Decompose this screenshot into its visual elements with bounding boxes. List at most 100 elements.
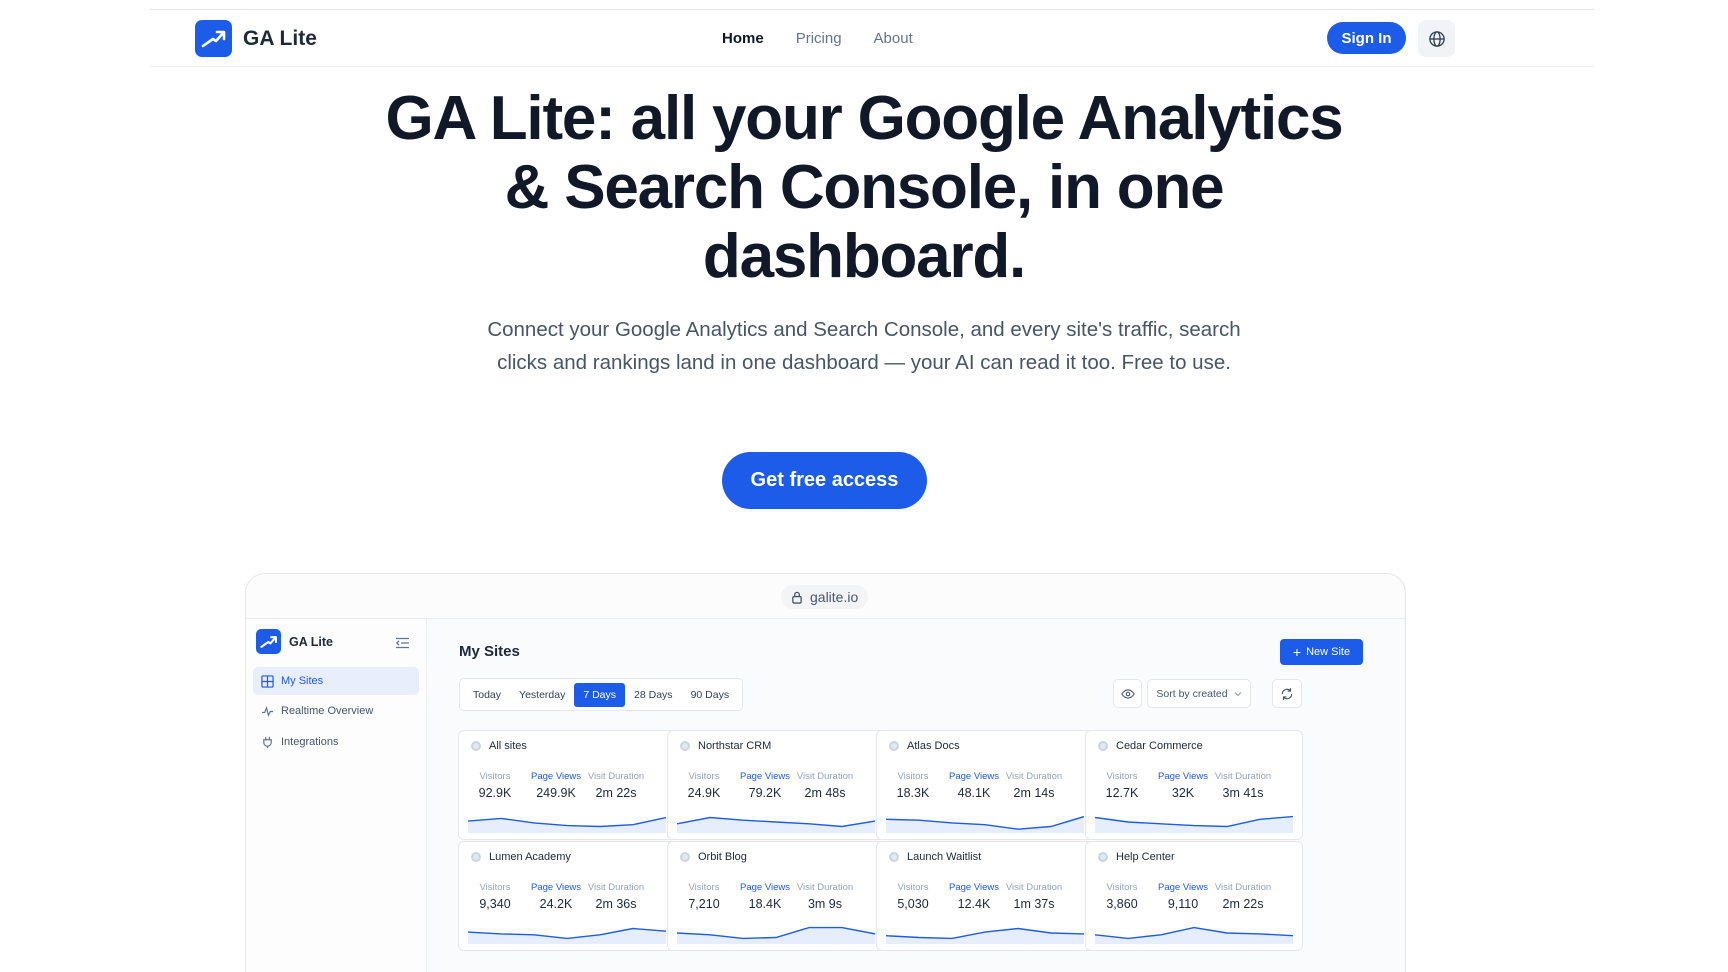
metric-visitors: Visitors 12.7K <box>1089 771 1155 800</box>
language-button[interactable] <box>1418 20 1455 57</box>
sidebar-item-my-sites[interactable]: My Sites <box>253 667 419 695</box>
metric-page-views: Page Views 48.1K <box>941 771 1007 800</box>
sparkline-chart <box>886 927 1084 944</box>
site-card[interactable]: Lumen Academy Visitors 9,340 Page Views 24.2… <box>458 841 676 951</box>
sparkline-chart <box>677 926 875 944</box>
sidebar-item-realtime-overview[interactable]: Realtime Overview <box>253 697 419 725</box>
sidebar-brand: GA Lite <box>256 629 333 654</box>
metric-label: Page Views <box>949 771 999 782</box>
metric-page-views: Page Views 9,110 <box>1150 882 1216 911</box>
metric-visitors: Visitors 7,210 <box>671 882 737 911</box>
site-name: Northstar CRM <box>698 740 772 752</box>
range-yesterday[interactable]: Yesterday <box>510 683 574 707</box>
metric-duration: Visit Duration 1m 37s <box>1001 882 1067 911</box>
site-card-header: Orbit Blog <box>680 851 747 863</box>
sparkline-area <box>1095 927 1293 944</box>
collapse-sidebar-icon[interactable] <box>395 636 410 654</box>
metric-value: 5,030 <box>897 897 929 911</box>
metric-value: 18.4K <box>748 897 782 911</box>
site-card-header: Launch Waitlist <box>889 851 981 863</box>
metric-label: Visit Duration <box>587 771 645 782</box>
toggle-visibility-button[interactable] <box>1113 679 1142 708</box>
metric-visitors: Visitors 18.3K <box>880 771 946 800</box>
site-card[interactable]: Atlas Docs Visitors 18.3K Page Views 48.1K Vi… <box>876 730 1094 840</box>
metric-label: Visit Duration <box>1214 882 1272 893</box>
range-7-days[interactable]: 7 Days <box>574 682 626 707</box>
plug-icon <box>263 736 272 748</box>
metric-label: Visit Duration <box>1005 882 1063 893</box>
metric-page-views: Page Views 32K <box>1150 771 1216 800</box>
metric-visitors: Visitors 9,340 <box>462 882 528 911</box>
sparkline-chart <box>1095 815 1293 833</box>
lock-icon <box>792 591 802 604</box>
site-card[interactable]: All sites Visitors 92.9K Page Views 249.9K Vi… <box>458 730 676 840</box>
metric-value: 18.3K <box>896 786 930 800</box>
site-favicon-icon <box>1098 852 1108 862</box>
metric-label: Visitors <box>688 771 720 782</box>
nav-link-home[interactable]: Home <box>722 30 764 47</box>
brand-logo-link[interactable]: GA Lite <box>195 20 317 57</box>
metric-value: 1m 37s <box>1013 897 1055 911</box>
metric-label: Visit Duration <box>587 882 645 893</box>
site-favicon-icon <box>471 741 481 751</box>
site-card[interactable]: Cedar Commerce Visitors 12.7K Page Views 32K… <box>1085 730 1303 840</box>
range-28-days[interactable]: 28 Days <box>625 683 682 707</box>
sparkline-area <box>468 928 666 944</box>
metric-label: Page Views <box>949 882 999 893</box>
metric-value: 2m 48s <box>804 786 846 800</box>
site-card-header: Help Center <box>1098 851 1175 863</box>
sort-dropdown[interactable]: Sort by created <box>1147 679 1251 708</box>
site-card[interactable]: Launch Waitlist Visitors 5,030 Page Views 12… <box>876 841 1094 951</box>
metric-duration: Visit Duration 3m 9s <box>792 882 858 911</box>
metric-label: Visitors <box>688 882 720 893</box>
metric-visitors: Visitors 92.9K <box>462 771 528 800</box>
range-today[interactable]: Today <box>464 683 510 707</box>
metric-duration: Visit Duration 2m 14s <box>1001 771 1067 800</box>
site-card-header: All sites <box>471 740 527 752</box>
metric-value: 24.2K <box>539 897 573 911</box>
metric-visitors: Visitors 5,030 <box>880 882 946 911</box>
metric-label: Visit Duration <box>1214 771 1272 782</box>
metric-value: 7,210 <box>688 897 720 911</box>
sign-in-button[interactable]: Sign In <box>1327 22 1406 54</box>
sidebar-item-label: My Sites <box>281 675 324 687</box>
metric-duration: Visit Duration 2m 36s <box>583 882 649 911</box>
sort-label: Sort by created <box>1156 687 1228 700</box>
metric-duration: Visit Duration 2m 48s <box>792 771 858 800</box>
sidebar-item-integrations[interactable]: Integrations <box>253 728 419 756</box>
metric-label: Visit Duration <box>1005 771 1063 782</box>
sparkline-chart <box>886 815 1084 833</box>
site-card-header: Atlas Docs <box>889 740 960 752</box>
sparkline-area <box>677 817 875 833</box>
site-favicon-icon <box>471 852 481 862</box>
nav-link-pricing[interactable]: Pricing <box>796 30 842 47</box>
url-bar: galite.io <box>781 585 869 609</box>
trend-up-icon <box>195 20 232 57</box>
metric-page-views: Page Views 24.2K <box>523 882 589 911</box>
metric-value: 12.4K <box>957 897 991 911</box>
site-name: Atlas Docs <box>907 740 960 752</box>
site-card[interactable]: Help Center Visitors 3,860 Page Views 9,110 V… <box>1085 841 1303 951</box>
app-sidebar: GA Lite My Sites Realtime Overview Integ… <box>246 619 427 972</box>
nav-link-about[interactable]: About <box>874 30 913 47</box>
metric-visitors: Visitors 3,860 <box>1089 882 1155 911</box>
sidebar-brand-name: GA Lite <box>289 634 333 649</box>
refresh-button[interactable] <box>1272 679 1302 708</box>
sparkline-chart <box>677 816 875 833</box>
metric-value: 9,340 <box>479 897 511 911</box>
range-90-days[interactable]: 90 Days <box>682 683 739 707</box>
metric-duration: Visit Duration 3m 41s <box>1210 771 1276 800</box>
new-site-button[interactable]: + New Site <box>1280 639 1363 665</box>
site-card-header: Cedar Commerce <box>1098 740 1203 752</box>
refresh-icon <box>1281 687 1293 700</box>
metric-label: Visitors <box>1106 771 1138 782</box>
site-card[interactable]: Orbit Blog Visitors 7,210 Page Views 18.4K Vi… <box>667 841 885 951</box>
get-free-access-button[interactable]: Get free access <box>722 452 927 509</box>
metric-label: Visitors <box>897 882 929 893</box>
globe-icon <box>1428 30 1445 47</box>
metric-value: 3,860 <box>1106 897 1138 911</box>
metric-label: Visit Duration <box>796 882 854 893</box>
site-card[interactable]: Northstar CRM Visitors 24.9K Page Views 79.2… <box>667 730 885 840</box>
metric-value: 2m 14s <box>1013 786 1055 800</box>
metric-value: 79.2K <box>748 786 782 800</box>
